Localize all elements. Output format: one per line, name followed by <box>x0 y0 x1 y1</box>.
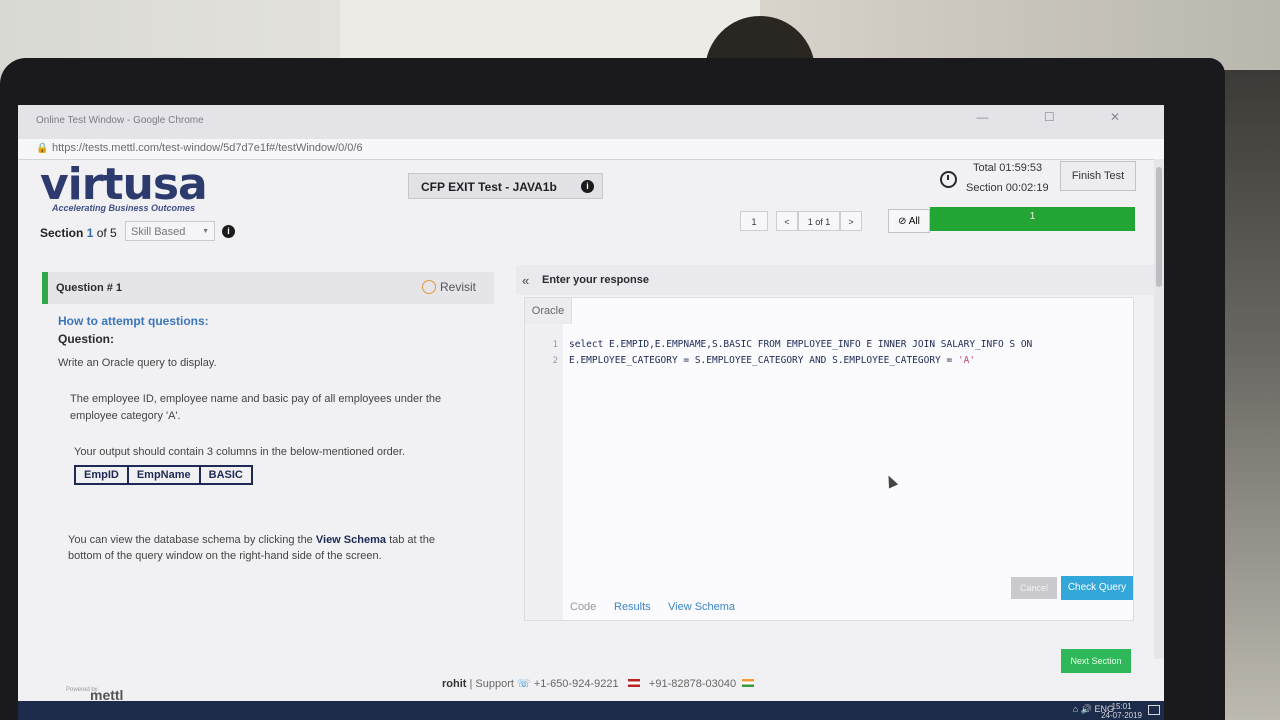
column-empname: EmpName <box>126 465 201 485</box>
question-accent-bar <box>42 272 48 304</box>
progress-label: 1 <box>1029 211 1036 222</box>
tab-view-schema[interactable]: View Schema <box>668 601 735 613</box>
schema-note-a: You can view the database schema by clic… <box>68 534 313 546</box>
network-icon: ⌂ <box>1072 704 1079 714</box>
question-task-line-1: The employee ID, employee name and basic… <box>70 393 442 405</box>
code-editor[interactable]: Oracle 1 select E.EMPID,E.EMPNAME,S.BASI… <box>524 297 1134 621</box>
response-header: « Enter your response <box>516 265 1164 295</box>
question-task-line-2: employee category 'A'. <box>70 410 181 422</box>
section-time: Section 00:02:19 <box>966 182 1049 194</box>
lock-icon: 🔒 <box>36 143 49 154</box>
output-note: Your output should contain 3 columns in … <box>74 446 406 458</box>
screen: Online Test Window - Google Chrome — ☐ ✕… <box>18 105 1164 720</box>
code-line[interactable]: select E.EMPID,E.EMPNAME,S.BASIC FROM EM… <box>569 339 1032 350</box>
footer: rohit | Support ☏ +1-650-924-9221 +91-82… <box>18 661 1164 701</box>
question-title: Question # 1 <box>56 282 123 294</box>
tab-results[interactable]: Results <box>614 601 651 613</box>
column-empid: EmpID <box>74 465 129 485</box>
skill-select-value: Skill Based <box>131 226 186 238</box>
footer-support: rohit | Support ☏ +1-650-924-9221 +91-82… <box>442 677 755 690</box>
revisit-label: Revisit <box>439 280 476 294</box>
us-flag-icon <box>627 679 640 687</box>
room-wall-panel <box>340 0 760 58</box>
section-total: of 5 <box>96 226 117 240</box>
url-text[interactable]: https://tests.mettl.com/test-window/5d7d… <box>52 142 363 154</box>
progress-bar[interactable]: 1 <box>930 207 1135 231</box>
section-label: Section 1 of 5 <box>40 226 117 240</box>
scroll-thumb[interactable] <box>1156 167 1162 287</box>
footer-support-label: | Support <box>469 678 514 690</box>
page-next-button[interactable]: > <box>840 211 862 231</box>
code-line[interactable]: E.EMPLOYEE_CATEGORY = S.EMPLOYEE_CATEGOR… <box>569 355 975 366</box>
revisit-icon <box>421 280 436 294</box>
output-columns-table: EmpID EmpName BASIC <box>74 465 253 485</box>
window-title: Online Test Window - Google Chrome <box>36 115 204 126</box>
code-text: E.EMPLOYEE_CATEGORY = S.EMPLOYEE_CATEGOR… <box>569 355 958 366</box>
column-basic: BASIC <box>198 465 253 485</box>
notification-icon[interactable] <box>1148 705 1160 715</box>
page-range: 1 of 1 <box>798 211 840 231</box>
line-gutter <box>525 324 563 620</box>
schema-note-line-2: bottom of the query window on the right-… <box>68 550 382 562</box>
clock-icon <box>940 171 957 188</box>
how-to-attempt-link[interactable]: How to attempt questions: <box>58 314 209 328</box>
window-controls[interactable]: — ☐ ✕ <box>977 110 1146 124</box>
view-schema-mention: View Schema <box>315 534 386 546</box>
finish-test-button[interactable]: Finish Test <box>1060 161 1136 191</box>
clock[interactable]: 15:01 24-07-2019 <box>1101 702 1142 720</box>
phone-icon: ☏ <box>517 678 531 690</box>
page-number-button[interactable]: 1 <box>740 211 768 231</box>
page-scrollbar[interactable] <box>1154 159 1164 659</box>
browser-titlebar: Online Test Window - Google Chrome — ☐ ✕ <box>18 105 1164 139</box>
language-tab[interactable]: Oracle <box>525 298 572 324</box>
revisit-button[interactable]: Revisit <box>421 280 476 294</box>
question-intro: Write an Oracle query to display. <box>58 357 217 369</box>
chevron-down-icon: ▼ <box>202 228 209 235</box>
all-filter-button[interactable]: ⊘ All <box>888 209 930 233</box>
question-header: Question # 1 Revisit <box>42 272 494 304</box>
info-icon[interactable]: i <box>581 180 594 193</box>
cancel-button[interactable]: Cancel <box>1011 577 1057 599</box>
india-flag-icon <box>742 679 755 687</box>
schema-note-line-1: You can view the database schema by clic… <box>68 532 435 549</box>
phone-us: +1-650-924-9221 <box>533 678 619 690</box>
question-label: Question: <box>58 332 114 346</box>
next-section-button[interactable]: Next Section <box>1061 649 1131 673</box>
check-query-button[interactable]: Check Query <box>1061 576 1133 600</box>
line-number: 1 <box>552 340 558 350</box>
table-row: EmpID EmpName BASIC <box>74 465 253 485</box>
volume-icon: 🔊 <box>1080 704 1092 714</box>
logo-tagline: Accelerating Business Outcomes <box>52 203 196 213</box>
response-title: Enter your response <box>542 274 649 286</box>
phone-in: +91-82878-03040 <box>648 678 737 690</box>
page-prev-button[interactable]: < <box>776 211 798 231</box>
test-name: CFP EXIT Test - JAVA1b <box>421 180 557 194</box>
collapse-icon[interactable]: « <box>522 273 529 288</box>
line-number: 2 <box>552 356 558 366</box>
section-current: 1 <box>86 226 94 240</box>
virtusa-logo: virtusa <box>40 159 208 210</box>
skill-select[interactable]: Skill Based ▼ <box>125 221 215 241</box>
clock-date: 24-07-2019 <box>1101 711 1142 720</box>
clock-time: 15:01 <box>1111 702 1132 711</box>
address-bar[interactable]: 🔒 https://tests.mettl.com/test-window/5d… <box>18 139 1164 160</box>
total-time: Total 01:59:53 <box>973 162 1043 174</box>
code-string: 'A' <box>957 355 976 366</box>
section-info-icon[interactable]: i <box>222 225 235 238</box>
footer-user: rohit <box>442 678 467 690</box>
taskbar: ⌂ 🔊 ENG 15:01 24-07-2019 <box>18 701 1164 720</box>
section-prefix: Section <box>40 226 84 240</box>
tab-code[interactable]: Code <box>570 601 596 613</box>
schema-note-b: tab at the <box>389 534 435 546</box>
test-name-box: CFP EXIT Test - JAVA1b i <box>408 173 603 199</box>
